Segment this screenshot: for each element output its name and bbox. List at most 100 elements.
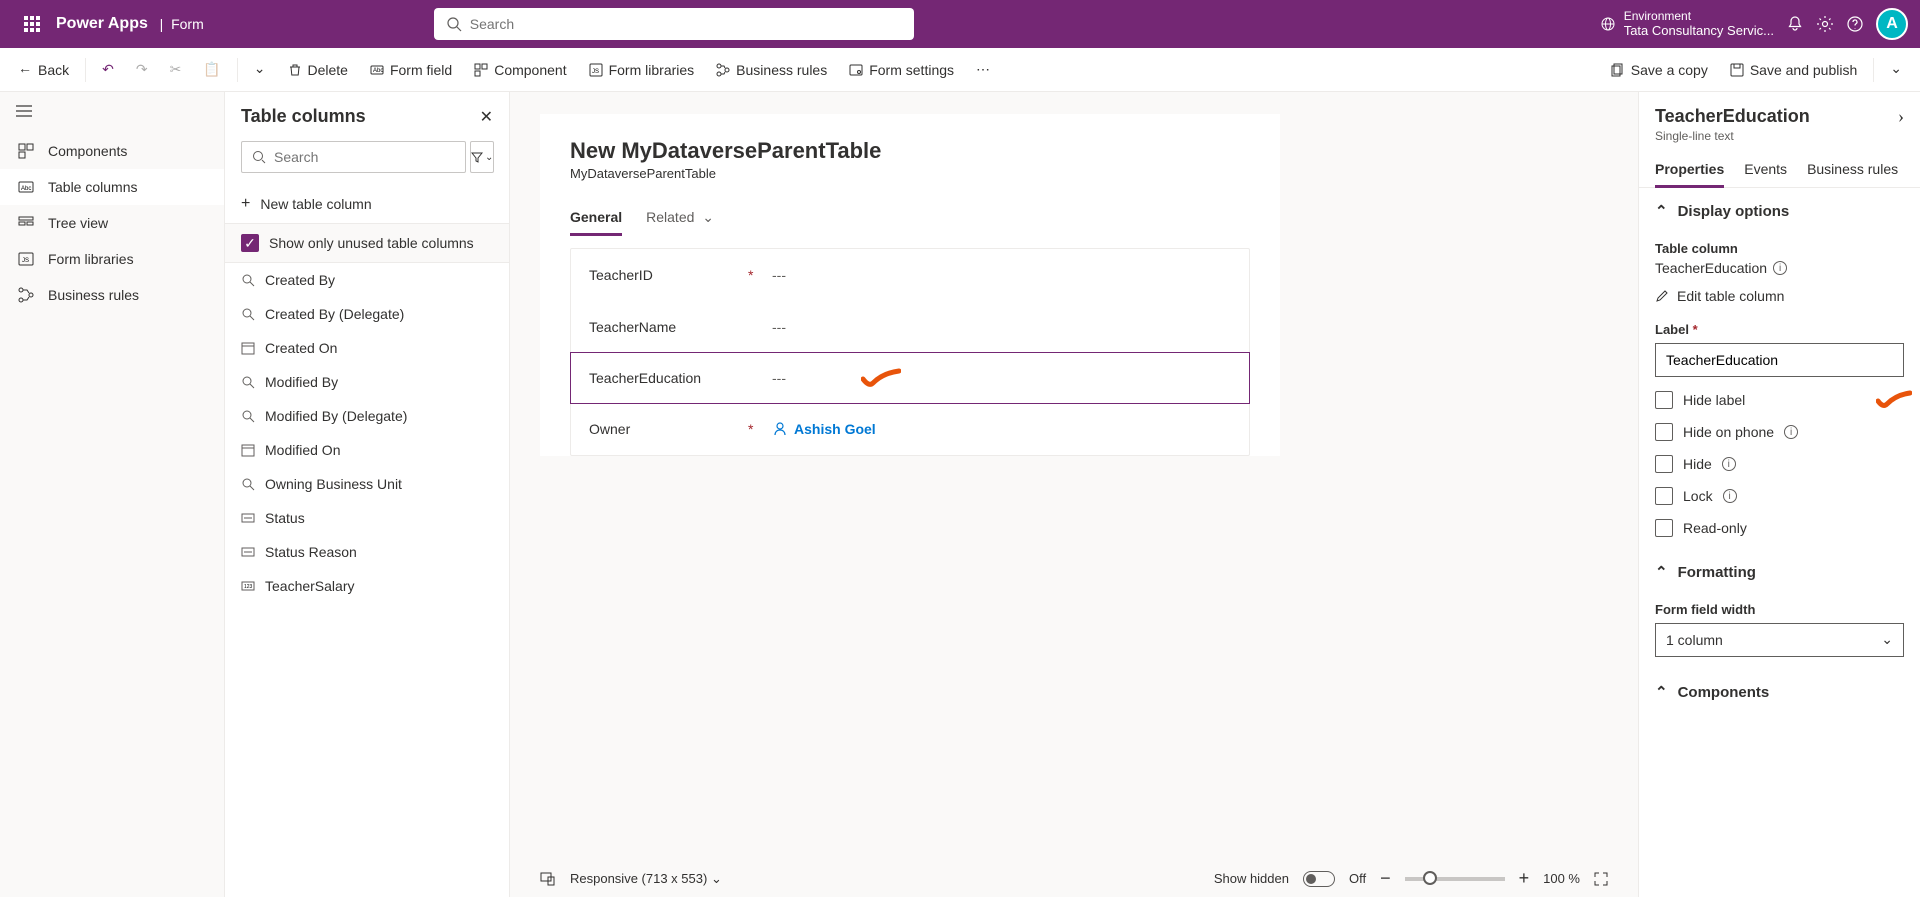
info-icon[interactable]: i	[1784, 425, 1798, 439]
tab-general[interactable]: General	[570, 201, 622, 235]
new-column-button[interactable]: +New table column	[225, 185, 509, 223]
gear-icon[interactable]	[1816, 15, 1834, 33]
lookup-icon	[241, 273, 255, 287]
hide-on-phone-row[interactable]: Hide on phone i	[1655, 423, 1904, 441]
lock-row[interactable]: Lock i	[1655, 487, 1904, 505]
info-icon[interactable]: i	[1723, 489, 1737, 503]
global-search[interactable]	[434, 8, 914, 40]
nav-business-rules[interactable]: Business rules	[0, 277, 224, 313]
tree-icon	[18, 215, 34, 231]
column-item[interactable]: Modified On	[225, 433, 509, 467]
column-item[interactable]: Owning Business Unit	[225, 467, 509, 501]
switch-off-label: Off	[1349, 871, 1366, 886]
form-settings-button[interactable]: Form settings	[839, 56, 964, 84]
column-item[interactable]: Modified By (Delegate)	[225, 399, 509, 433]
form-section[interactable]: TeacherID * --- TeacherName --- TeacherE…	[570, 248, 1250, 456]
responsive-icon	[540, 871, 556, 887]
field-teacher-education[interactable]: TeacherEducation ---	[570, 352, 1250, 404]
copy-icon	[1611, 63, 1625, 77]
save-copy-button[interactable]: Save a copy	[1601, 56, 1718, 84]
column-item[interactable]: 123TeacherSalary	[225, 569, 509, 603]
waffle-button[interactable]	[12, 0, 52, 48]
component-button[interactable]: Component	[464, 56, 576, 84]
table-columns-icon: Abc	[18, 181, 34, 193]
lookup-icon	[241, 477, 255, 491]
notification-icon[interactable]	[1786, 15, 1804, 33]
edit-table-column-link[interactable]: Edit table column	[1655, 288, 1904, 304]
section-formatting[interactable]: ⌃Formatting	[1639, 549, 1920, 592]
info-icon[interactable]: i	[1773, 261, 1787, 275]
fit-icon[interactable]	[1594, 872, 1608, 886]
js-icon: JS	[18, 252, 34, 266]
annotation-checkmark-icon	[1876, 390, 1912, 410]
zoom-value: 100 %	[1543, 871, 1580, 886]
properties-panel: TeacherEducation Single-line text › Prop…	[1638, 92, 1920, 897]
checkbox-icon	[1655, 391, 1673, 409]
field-teacher-name[interactable]: TeacherName ---	[571, 301, 1249, 353]
help-icon[interactable]	[1846, 15, 1864, 33]
tab-events[interactable]: Events	[1744, 151, 1787, 187]
user-avatar[interactable]: A	[1876, 8, 1908, 40]
field-owner[interactable]: Owner * Ashish Goel	[571, 403, 1249, 455]
column-item[interactable]: Created On	[225, 331, 509, 365]
save-publish-button[interactable]: Save and publish	[1720, 56, 1867, 84]
show-unused-toggle[interactable]: ✓ Show only unused table columns	[225, 223, 509, 263]
undo-button[interactable]: ↶	[92, 55, 124, 84]
redo-button[interactable]: ↷	[126, 55, 158, 84]
form-field-width-select[interactable]: 1 column⌄	[1655, 623, 1904, 657]
waffle-icon	[24, 16, 40, 32]
global-search-input[interactable]	[470, 16, 902, 32]
section-components[interactable]: ⌃Components	[1639, 669, 1920, 718]
form-libraries-button[interactable]: JS Form libraries	[579, 56, 705, 84]
field-teacher-id[interactable]: TeacherID * ---	[571, 249, 1249, 301]
column-item[interactable]: Status Reason	[225, 535, 509, 569]
table-column-value: TeacherEducation	[1655, 260, 1767, 276]
cut-button[interactable]: ✂	[160, 55, 192, 84]
nav-table-columns[interactable]: Abc Table columns	[0, 169, 224, 205]
responsive-label[interactable]: Responsive (713 x 553) ⌄	[570, 871, 722, 887]
environment-picker[interactable]: Environment Tata Consultancy Servic...	[1600, 9, 1774, 39]
paste-button[interactable]: 📋	[193, 55, 230, 84]
toolbar-chevron[interactable]: ⌄	[244, 55, 276, 84]
section-display-options[interactable]: ⌃Display options	[1639, 188, 1920, 231]
nav-tree-view[interactable]: Tree view	[0, 205, 224, 241]
form-field-button[interactable]: Abc Form field	[360, 56, 462, 84]
show-hidden-switch[interactable]	[1303, 871, 1335, 887]
date-icon	[241, 341, 255, 355]
columns-search[interactable]	[241, 141, 466, 173]
delete-button[interactable]: Delete	[278, 56, 358, 84]
tab-business-rules[interactable]: Business rules	[1807, 151, 1898, 187]
info-icon[interactable]: i	[1722, 457, 1736, 471]
column-item[interactable]: Created By (Delegate)	[225, 297, 509, 331]
nav-form-libraries[interactable]: JS Form libraries	[0, 241, 224, 277]
columns-panel-title: Table columns	[241, 106, 366, 127]
columns-filter[interactable]: ⌄	[470, 141, 494, 173]
hide-label-row[interactable]: Hide label	[1655, 391, 1904, 409]
globe-icon	[1600, 16, 1616, 32]
person-icon	[772, 421, 788, 437]
close-columns-panel[interactable]: ✕	[480, 107, 493, 127]
columns-search-input[interactable]	[274, 149, 455, 165]
more-button[interactable]: ⋯	[966, 55, 1000, 84]
label-input[interactable]	[1655, 343, 1904, 377]
save-chevron[interactable]: ⌄	[1880, 55, 1912, 84]
checkbox-icon	[1655, 455, 1673, 473]
props-expand-icon[interactable]: ›	[1898, 106, 1904, 127]
back-button[interactable]: ←Back	[8, 56, 79, 84]
props-title: TeacherEducation	[1655, 106, 1810, 127]
zoom-in-button[interactable]: +	[1519, 868, 1530, 889]
nav-toggle[interactable]	[0, 92, 224, 133]
tab-properties[interactable]: Properties	[1655, 151, 1724, 187]
business-rules-button[interactable]: Business rules	[706, 56, 837, 84]
column-item[interactable]: Created By	[225, 263, 509, 297]
nav-components[interactable]: Components	[0, 133, 224, 169]
read-only-row[interactable]: Read-only	[1655, 519, 1904, 537]
column-item[interactable]: Status	[225, 501, 509, 535]
zoom-out-button[interactable]: −	[1380, 868, 1391, 889]
tab-related[interactable]: Related ⌄	[646, 201, 714, 235]
form-canvas[interactable]: New MyDataverseParentTable MyDataversePa…	[510, 92, 1638, 897]
hide-row[interactable]: Hide i	[1655, 455, 1904, 473]
column-item[interactable]: Modified By	[225, 365, 509, 399]
zoom-slider[interactable]	[1405, 877, 1505, 881]
js-icon: JS	[589, 63, 603, 77]
